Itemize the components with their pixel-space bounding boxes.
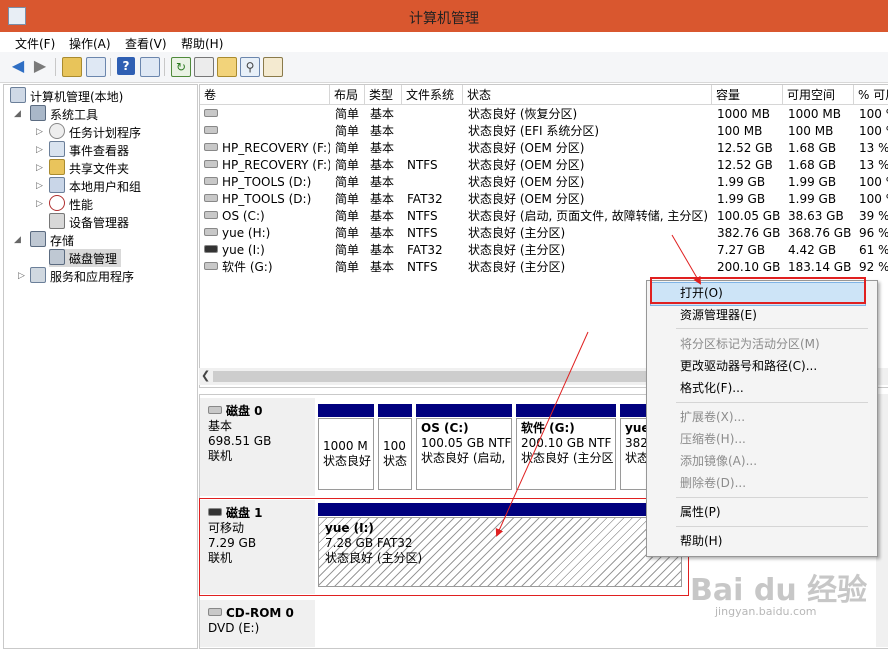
baidu-watermark-url: jingyan.baidu.com [715,605,817,618]
baidu-watermark-logo: Bai du 经验 [690,573,868,608]
arrow-to-open [671,234,702,285]
annotation-arrows [495,234,702,537]
arrow-to-partition [495,331,589,537]
